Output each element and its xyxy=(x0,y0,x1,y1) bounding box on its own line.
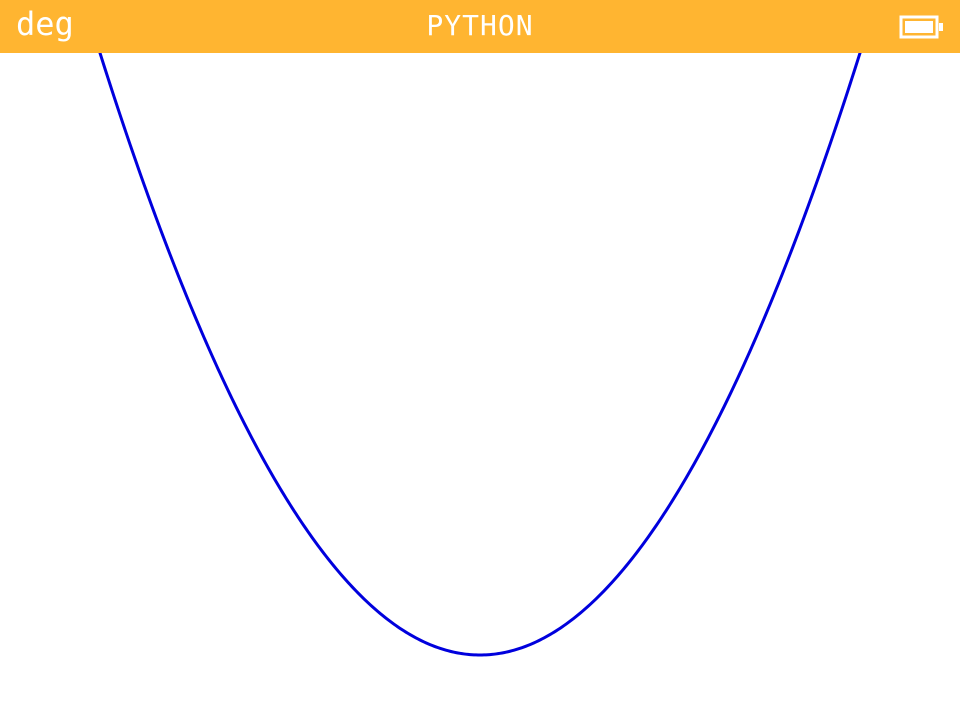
parabola-curve xyxy=(98,53,862,657)
plot-canvas xyxy=(98,53,862,657)
app-title: PYTHON xyxy=(426,9,534,42)
calculator-screen: deg PYTHON xyxy=(0,0,960,720)
status-bar: deg PYTHON xyxy=(0,0,960,53)
battery-full-icon xyxy=(899,15,943,39)
